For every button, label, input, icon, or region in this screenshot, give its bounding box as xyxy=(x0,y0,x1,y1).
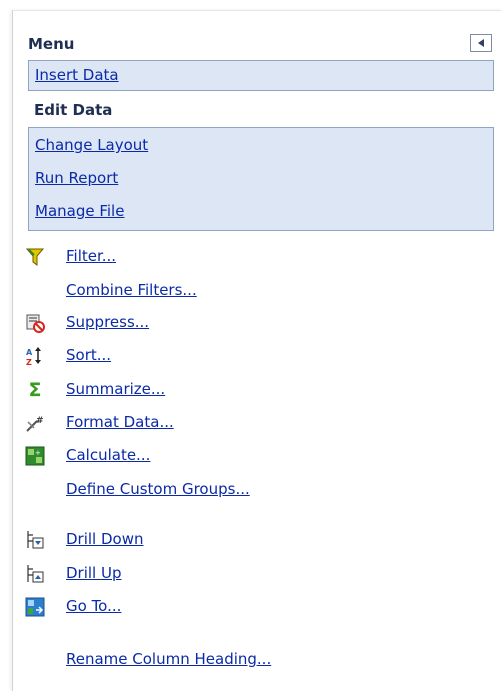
svg-text:+: + xyxy=(35,449,41,457)
calculate-icon: + xyxy=(24,445,46,467)
drill-down-link[interactable]: Drill Down xyxy=(66,530,144,548)
format-data-link[interactable]: Format Data... xyxy=(66,413,174,431)
menu-item-define-custom-groups[interactable]: Define Custom Groups... xyxy=(24,478,484,502)
manage-file-link[interactable]: Manage File xyxy=(35,202,124,220)
menu-item-combine-filters[interactable]: Combine Filters... xyxy=(24,279,484,303)
go-to-icon xyxy=(24,596,46,618)
suppress-link[interactable]: Suppress... xyxy=(66,313,149,331)
menu-item-filter[interactable]: Filter... xyxy=(24,245,484,269)
svg-text:A: A xyxy=(26,348,33,357)
filter-funnel-icon xyxy=(24,246,46,268)
sort-link[interactable]: Sort... xyxy=(66,346,111,364)
drill-up-link[interactable]: Drill Up xyxy=(66,564,122,582)
combine-filters-link[interactable]: Combine Filters... xyxy=(66,281,197,299)
collapse-left-icon xyxy=(478,39,484,47)
go-to-link[interactable]: Go To... xyxy=(66,597,121,615)
menu-header: Menu xyxy=(28,34,496,54)
svg-text:#: # xyxy=(36,416,44,426)
drill-up-icon xyxy=(24,563,46,585)
menu-item-summarize[interactable]: Σ Summarize... xyxy=(24,378,484,402)
format-data-icon: # xyxy=(24,412,46,434)
collapse-button[interactable] xyxy=(470,34,492,52)
change-layout-link[interactable]: Change Layout xyxy=(35,136,148,154)
calculate-link[interactable]: Calculate... xyxy=(66,446,150,464)
drill-down-icon xyxy=(24,529,46,551)
menu-item-calculate[interactable]: + Calculate... xyxy=(24,444,484,468)
svg-text:Z: Z xyxy=(26,358,32,366)
menu-item-sort[interactable]: A Z Sort... xyxy=(24,344,484,368)
define-custom-groups-link[interactable]: Define Custom Groups... xyxy=(66,480,250,498)
rename-column-heading-link[interactable]: Rename Column Heading... xyxy=(66,650,271,668)
insert-data-link[interactable]: Insert Data xyxy=(35,66,119,84)
run-report-link[interactable]: Run Report xyxy=(35,169,118,187)
section-links-group: Change Layout Run Report Manage File xyxy=(28,127,494,231)
filter-link[interactable]: Filter... xyxy=(66,247,116,265)
menu-item-drill-up[interactable]: Drill Up xyxy=(24,562,484,586)
menu-item-format-data[interactable]: # Format Data... xyxy=(24,411,484,435)
sigma-icon: Σ xyxy=(28,379,42,401)
menu-title: Menu xyxy=(28,35,75,53)
sort-icon: A Z xyxy=(24,345,46,367)
edit-data-heading: Edit Data xyxy=(34,101,113,119)
menu-item-drill-down[interactable]: Drill Down xyxy=(24,528,484,552)
menu-item-rename-column-heading[interactable]: Rename Column Heading... xyxy=(24,648,484,672)
menu-item-go-to[interactable]: Go To... xyxy=(24,595,484,619)
suppress-icon xyxy=(24,312,46,334)
insert-data-section: Insert Data xyxy=(28,60,494,91)
menu-item-suppress[interactable]: Suppress... xyxy=(24,311,484,335)
summarize-link[interactable]: Summarize... xyxy=(66,380,165,398)
